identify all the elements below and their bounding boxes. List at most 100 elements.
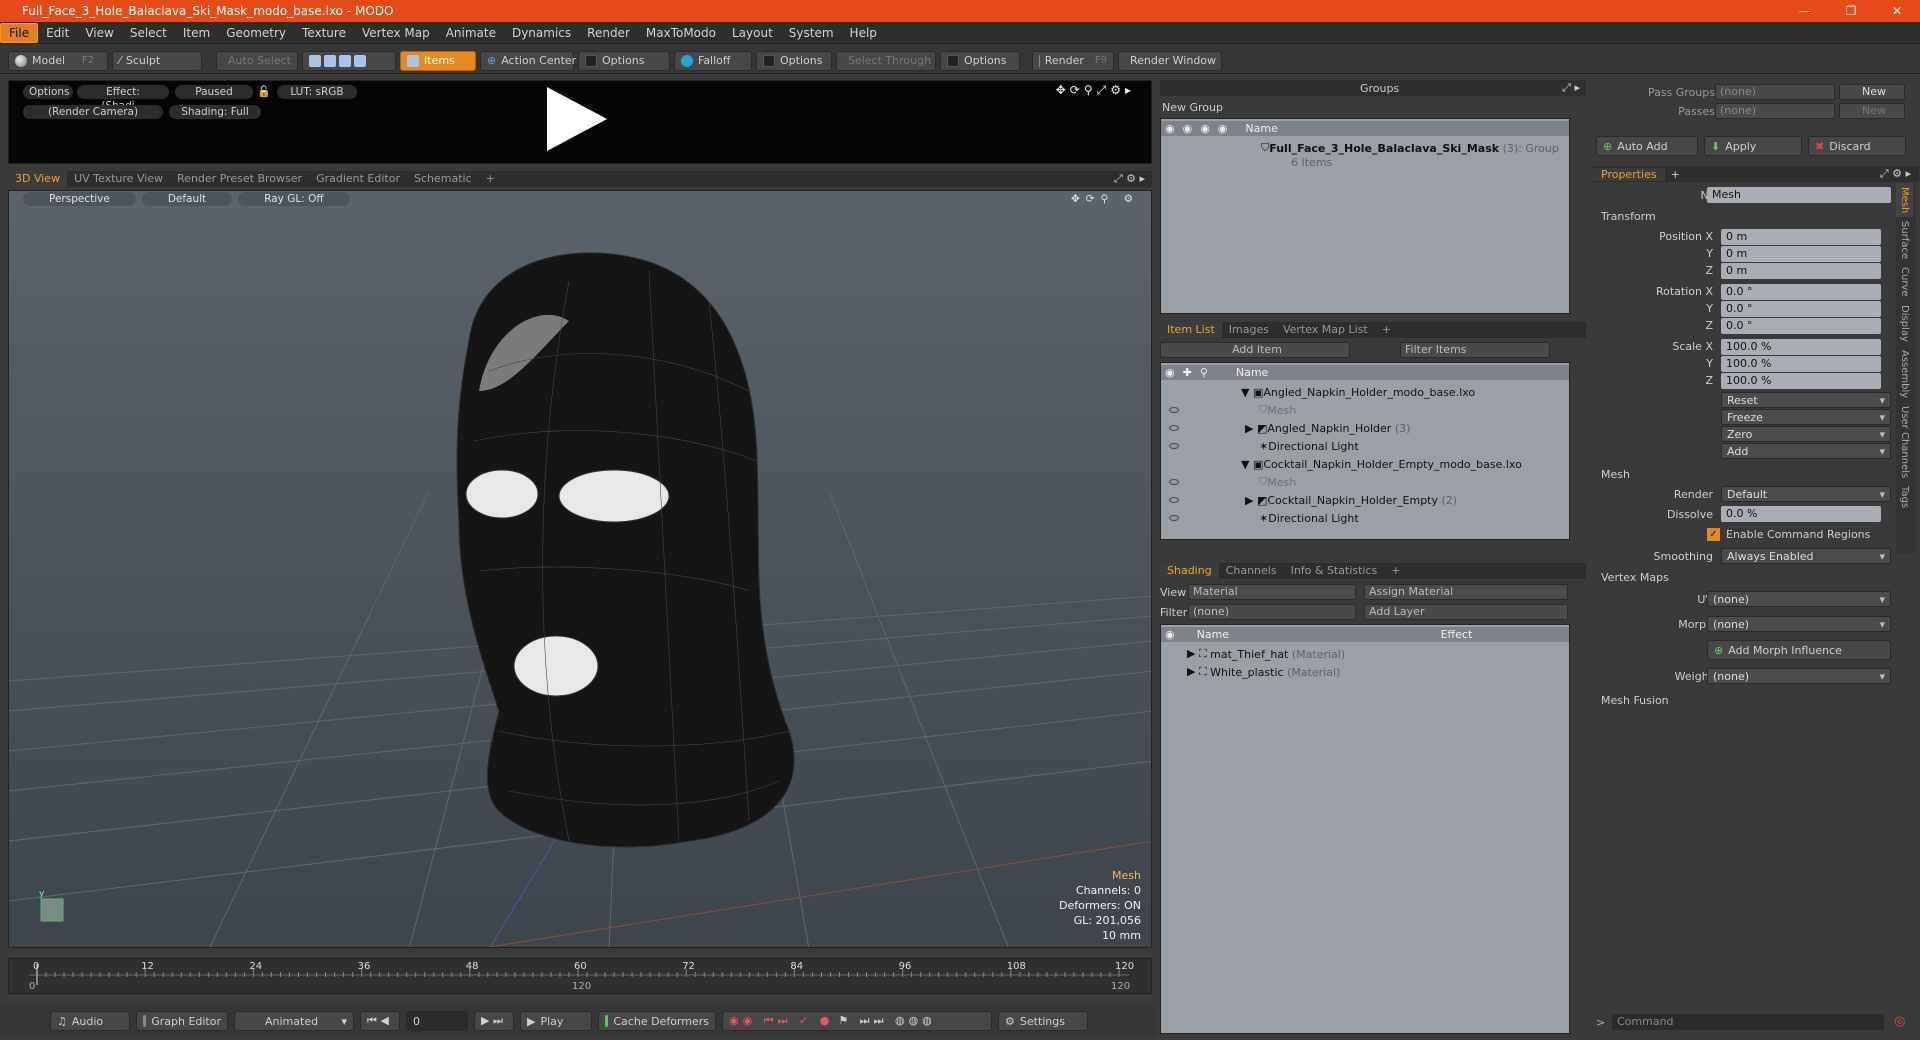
tab-schematic[interactable]: Schematic [407,171,479,187]
falloff-button[interactable]: Falloff [674,50,752,71]
rewind-buttons[interactable]: ⏮ ◀ [360,1011,400,1031]
tab-3d-view[interactable]: 3D View [8,171,68,187]
materials-mode-icon[interactable] [354,54,366,67]
preview-lut[interactable]: LUT: sRGB [277,85,357,99]
view-dropdown[interactable]: Material [1188,584,1356,600]
model-button[interactable]: Model F2 [8,50,108,71]
list-item[interactable]: ✶ Directional Light [1169,509,1359,527]
side-tab-surface[interactable]: Surface [1896,217,1913,263]
vertex-maps-section[interactable]: Vertex Maps [1601,571,1669,584]
eye-icon[interactable] [1169,479,1179,485]
eye-icon[interactable] [1169,407,1179,413]
render-window-button[interactable]: Render Window [1118,50,1222,71]
scale-z-field[interactable]: 100.0 % [1721,373,1881,389]
position-z-field[interactable]: 0 m [1721,263,1881,279]
name-field[interactable]: Mesh [1707,187,1891,203]
menu-animate[interactable]: Animate [438,24,504,42]
side-tab-curve[interactable]: Curve [1896,263,1913,301]
viewport-settings-icon[interactable]: ⤢ ⚙ ▸ [1107,171,1152,187]
eye-icon[interactable] [1169,497,1179,503]
list-item[interactable]: ▼ ▣ Cocktail_Napkin_Holder_Empty_modo_ba… [1169,455,1522,473]
tab-item-list[interactable]: Item List [1160,322,1222,338]
viewport-nav-icons[interactable]: ✥⟳⚲ ⚙ [1059,192,1151,206]
default-dropdown[interactable]: Default [141,192,233,206]
dissolve-field[interactable]: 0.0 % [1721,506,1881,522]
position-x-field[interactable]: 0 m [1721,229,1881,245]
polygons-mode-icon[interactable] [339,54,351,67]
mesh-section[interactable]: Mesh [1601,468,1630,481]
sculpt-button[interactable]: ⁄ Sculpt [112,50,202,71]
list-item[interactable]: ▼ ▣ Angled_Napkin_Holder_modo_base.lxo [1169,383,1475,401]
tab-render-preset-browser[interactable]: Render Preset Browser [170,171,309,187]
menu-select[interactable]: Select [122,24,175,42]
preview-options[interactable]: Options [23,85,73,99]
menu-edit[interactable]: Edit [38,24,77,42]
tab-info-statistics[interactable]: Info & Statistics [1284,563,1385,579]
forward-buttons[interactable]: ▶ ⏭ [474,1011,514,1031]
scale-y-field[interactable]: 100.0 % [1721,356,1881,372]
add-tab-button[interactable]: + [1665,168,1686,181]
play-button[interactable]: ▶ Play [520,1011,592,1031]
rotation-z-field[interactable]: 0.0 ° [1721,318,1881,334]
list-item[interactable]: ▶ ◩ Cocktail_Napkin_Holder_Empty (2) [1169,491,1457,509]
menu-layout[interactable]: Layout [724,24,781,42]
audio-button[interactable]: ♫ Audio [50,1011,130,1031]
preview-shading[interactable]: Shading: Full [169,105,261,119]
menu-file[interactable]: File [0,22,39,43]
timeline[interactable]: 0 12 24 36 48 60 72 84 96 108 120 0 120 120 [8,958,1152,994]
zero-dropdown[interactable]: Zero [1721,426,1891,443]
3d-viewport[interactable]: y Perspective Default Ray GL: Off ✥⟳⚲ ⚙ … [8,190,1152,948]
menu-item[interactable]: Item [175,24,218,42]
preview-nav-icons[interactable]: ✥⟳⚲⤢⚙▸ [1056,83,1135,98]
select-through-options[interactable]: Options [940,50,1020,71]
render-dropdown[interactable]: Default [1721,486,1891,503]
minimize-button[interactable]: — [1782,4,1828,18]
rotation-x-field[interactable]: 0.0 ° [1721,284,1881,300]
menu-dynamics[interactable]: Dynamics [504,24,579,42]
action-center-button[interactable]: ⊕ Action Center [480,50,576,71]
weight-dropdown[interactable]: (none) [1707,668,1891,685]
position-y-field[interactable]: 0 m [1721,246,1881,262]
auto-select-button[interactable]: Auto Select [216,50,298,71]
raygl-dropdown[interactable]: Ray GL: Off [238,192,350,206]
edges-mode-icon[interactable] [324,54,336,67]
cache-deformers-button[interactable]: Cache Deformers [598,1011,716,1031]
list-item[interactable]: ▶ ◩ Angled_Napkin_Holder (3) [1169,419,1410,437]
reset-dropdown[interactable]: Reset [1721,392,1891,409]
stop-icon[interactable]: ◎ [1894,1014,1905,1029]
tab-properties[interactable]: Properties [1593,167,1665,181]
add-tab-button[interactable]: + [1384,563,1407,579]
add-layer-dropdown[interactable]: Add Layer [1364,604,1568,620]
perspective-dropdown[interactable]: Perspective [23,192,136,206]
items-mode-button[interactable]: Items [400,50,476,71]
material-row[interactable]: ▶ ⛶ White_plastic (Material) [1187,663,1340,681]
apply-button[interactable]: ⬇ Apply [1704,136,1802,156]
preview-paused[interactable]: Paused [175,85,253,99]
balaclava-mesh[interactable] [456,252,795,848]
list-item[interactable]: ⛉ Mesh [1169,401,1296,419]
side-tab-mesh[interactable]: Mesh [1896,183,1913,218]
passes-dropdown[interactable]: (none) [1715,103,1835,119]
material-row[interactable]: ▶ ⛶ mat_Thief_hat (Material) [1187,645,1345,663]
restore-button[interactable]: ❐ [1828,4,1874,18]
new-pass-button[interactable]: New [1839,103,1905,119]
freeze-dropdown[interactable]: Freeze [1721,409,1891,426]
menu-help[interactable]: Help [842,24,885,42]
tab-gradient-editor[interactable]: Gradient Editor [309,171,407,187]
falloff-options[interactable]: Options [756,50,832,71]
action-center-options[interactable]: Options [578,50,670,71]
menu-maxtomodo[interactable]: MaxToModo [638,24,724,42]
preview-camera[interactable]: (Render Camera) [23,105,163,119]
close-button[interactable]: ✕ [1874,4,1920,18]
menu-geometry[interactable]: Geometry [218,24,294,42]
menu-system[interactable]: System [781,24,842,42]
side-tab-user-channels[interactable]: User Channels [1896,402,1913,482]
eye-icon[interactable] [1169,515,1179,521]
vertices-mode-icon[interactable] [309,54,321,67]
add-morph-influence-button[interactable]: ⊕ Add Morph Influence [1707,640,1891,660]
filter-items-input[interactable]: Filter Items [1400,342,1550,358]
keyframe-tools[interactable]: ◉◉ ⏮⏭ ✓ ● ⚑ ⏭⏭ ◍◍◍ [722,1011,992,1031]
side-tab-assembly[interactable]: Assembly [1896,346,1913,402]
transform-section[interactable]: Transform [1601,210,1656,223]
tab-shading[interactable]: Shading [1160,563,1219,579]
